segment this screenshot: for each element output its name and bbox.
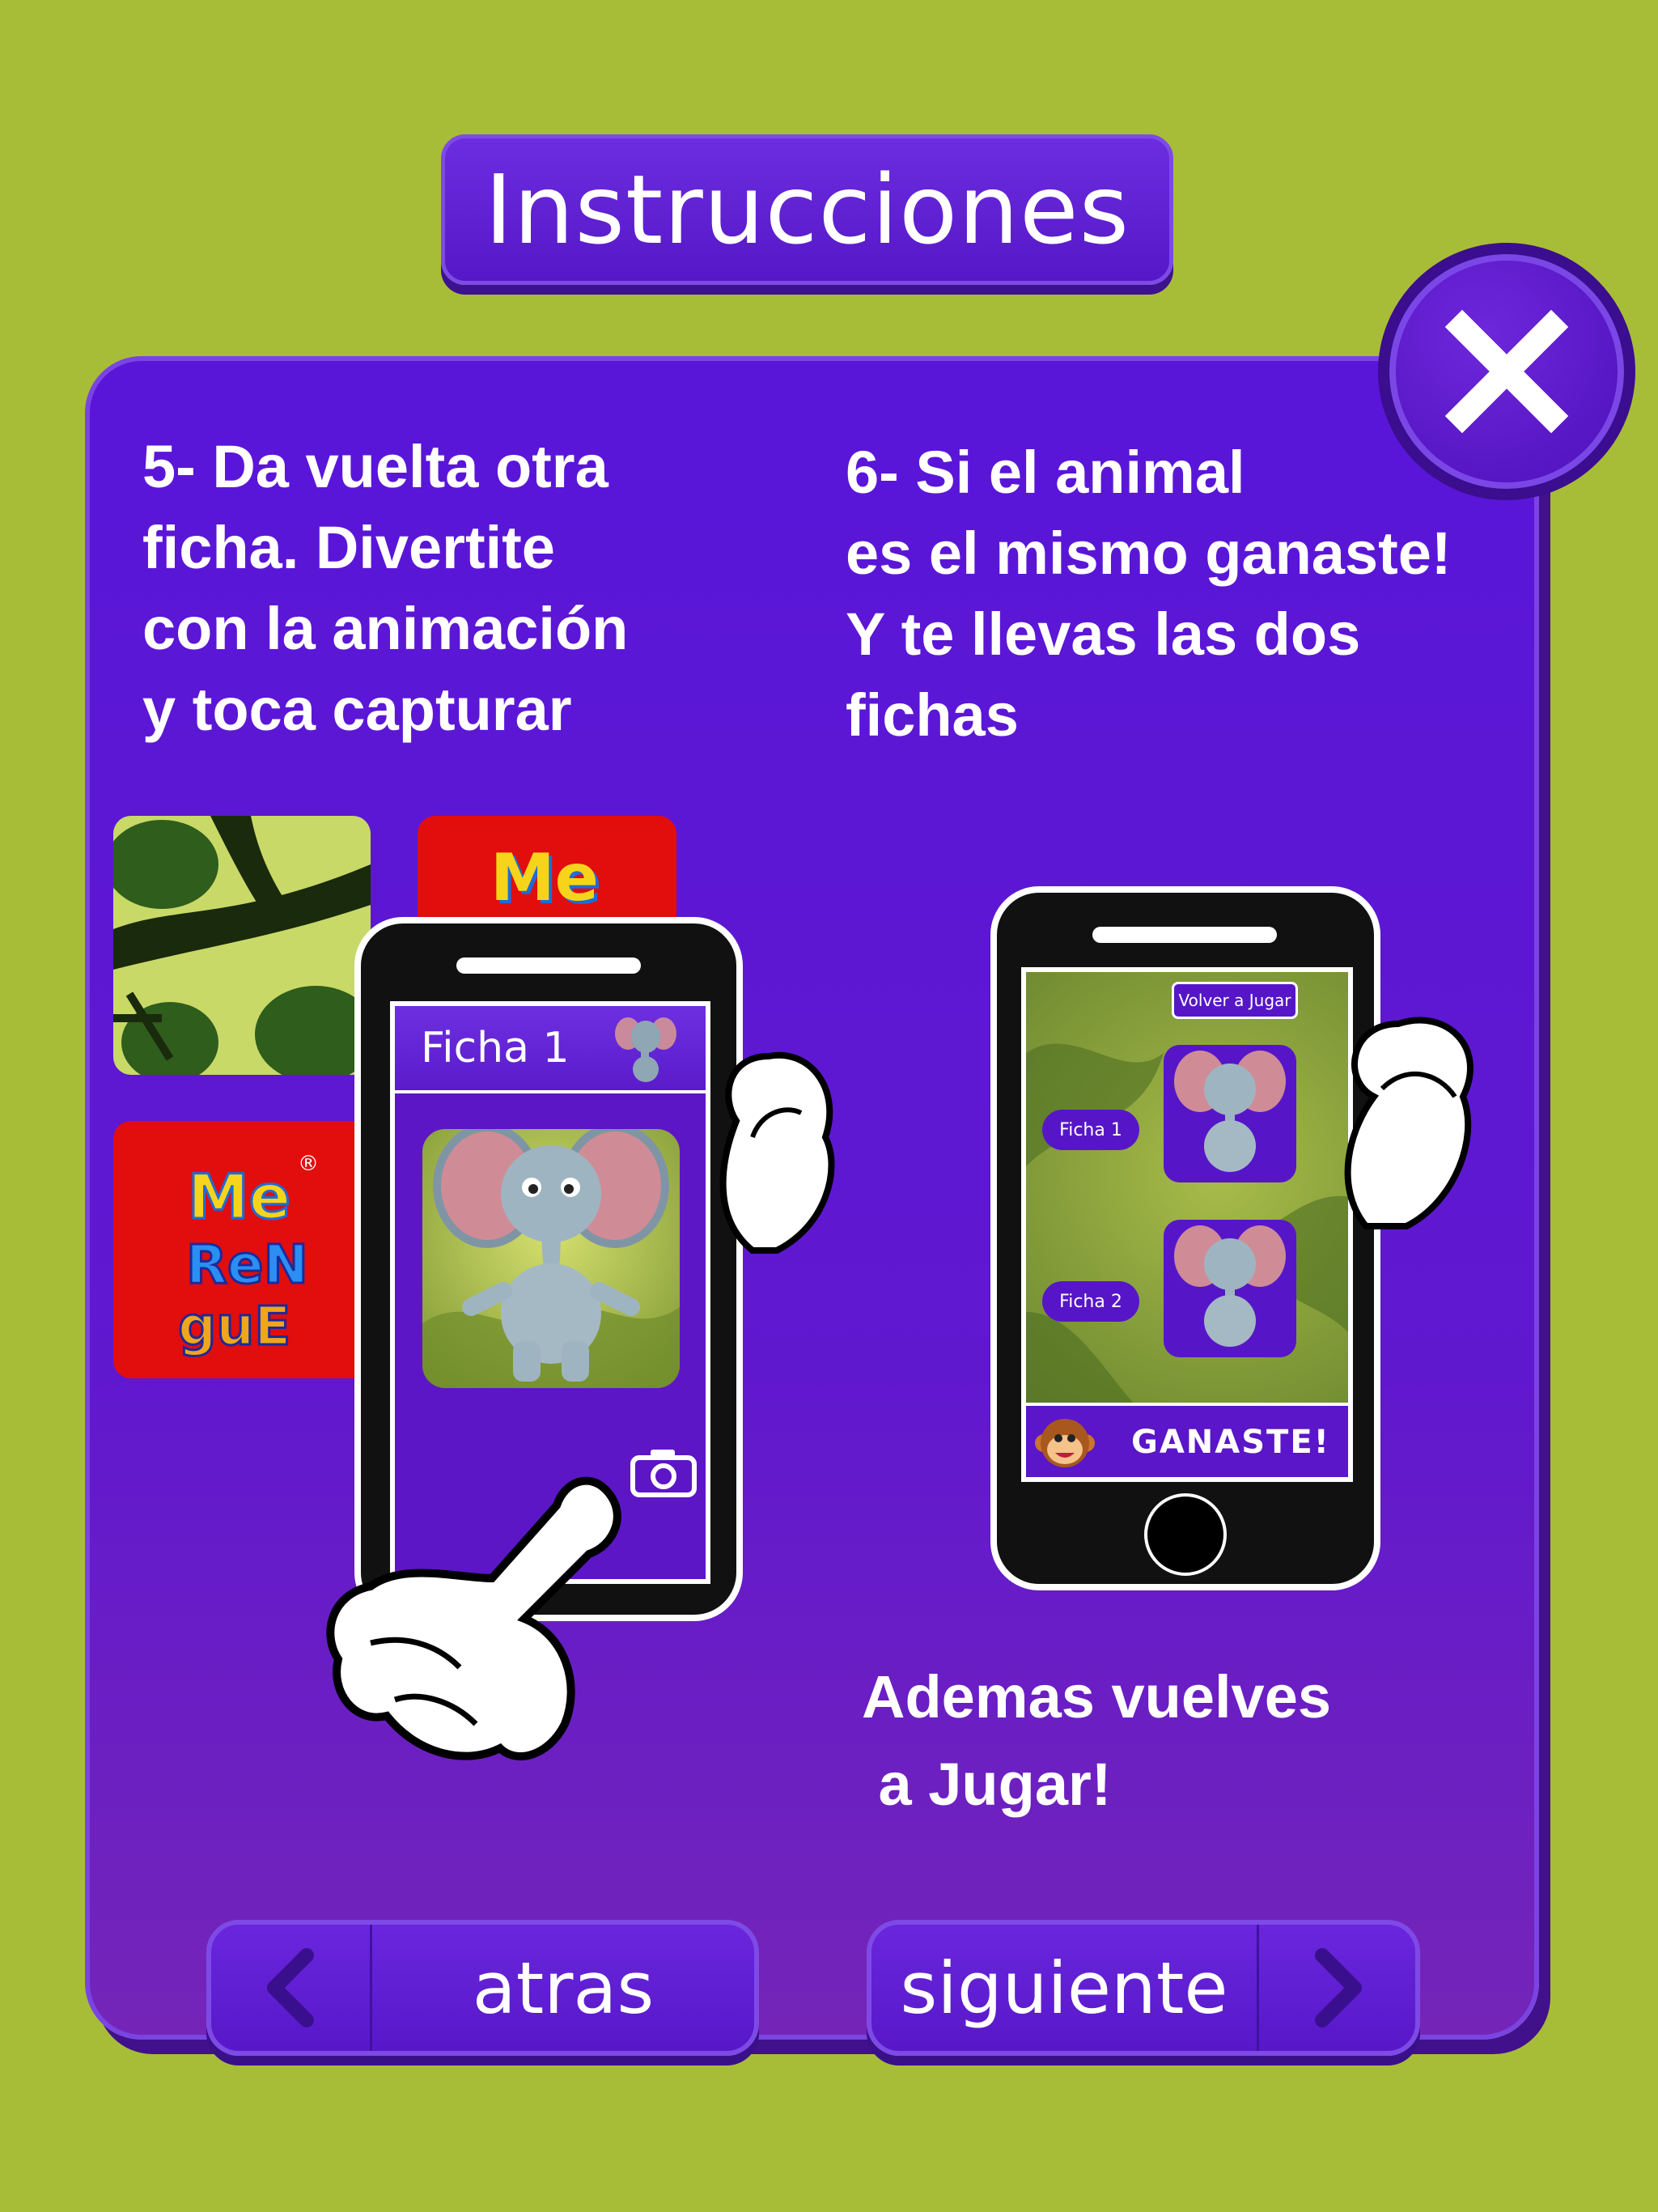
camera-icon[interactable]	[630, 1448, 698, 1498]
extra-line: Ademas vuelves	[862, 1663, 1332, 1730]
replay-button[interactable]: Volver a Jugar	[1172, 982, 1298, 1019]
slot-1-card	[1164, 1045, 1296, 1182]
chevron-left-icon	[267, 1948, 314, 2027]
back-button[interactable]: atras	[206, 1920, 759, 2056]
ficha-title: Ficha 1	[421, 1024, 570, 1072]
extra-line: a Jugar!	[862, 1751, 1112, 1818]
home-button	[1144, 1493, 1227, 1576]
step-6-line: 6- Si el animal	[846, 439, 1245, 506]
registered-mark: ®	[298, 1152, 319, 1176]
step-5-line: ficha. Divertite	[142, 514, 555, 581]
logo-card: Me ReN guE ®	[113, 1121, 372, 1378]
close-icon	[1444, 309, 1569, 434]
phone-win: Volver a Jugar Ficha 1 Ficha 2 GANASTE!	[990, 886, 1380, 1590]
phone-win-screen: Volver a Jugar Ficha 1 Ficha 2 GANASTE!	[1021, 967, 1353, 1482]
elephant-thumbnail-icon	[615, 1017, 676, 1082]
logo-text: MeRenguE	[490, 840, 604, 915]
win-banner: GANASTE!	[1026, 1403, 1348, 1477]
step-6-line: es el mismo ganaste!	[846, 520, 1452, 587]
svg-text:guE: guE	[178, 1295, 290, 1357]
glove-side-icon	[719, 1051, 835, 1254]
merengue-logo: Me ReN guE	[177, 1160, 310, 1359]
svg-text:ReN: ReN	[186, 1233, 308, 1296]
jungle-card	[113, 816, 371, 1075]
step-5-line: 5- Da vuelta otra	[142, 433, 608, 500]
monkey-icon	[1035, 1419, 1095, 1467]
pointing-hand-icon	[326, 1476, 621, 1760]
slot-2-label: Ficha 2	[1042, 1281, 1139, 1322]
extra-text: Ademas vuelves a Jugar!	[862, 1654, 1331, 1828]
back-label: atras	[472, 1946, 655, 2030]
step-5-text: 5- Da vuelta otra ficha. Divertite con l…	[142, 427, 628, 750]
next-label: siguiente	[900, 1946, 1228, 2030]
slot-1-label: Ficha 1	[1042, 1110, 1139, 1150]
chevron-right-icon	[1315, 1948, 1362, 2027]
step-6-line: fichas	[846, 681, 1019, 749]
svg-text:Me: Me	[188, 1161, 290, 1233]
step-6-line: Y te llevas las dos	[846, 601, 1361, 668]
page-title: Instrucciones	[441, 134, 1173, 285]
win-text: GANASTE!	[1131, 1424, 1330, 1461]
slot-2-card	[1164, 1220, 1296, 1357]
glove-flex-icon	[1344, 1017, 1474, 1229]
elephant-image	[422, 1129, 680, 1388]
step-5-line: y toca capturar	[142, 676, 572, 743]
step-5-line: con la animación	[142, 595, 629, 662]
ficha-header: Ficha 1	[395, 1006, 706, 1093]
step-6-text: 6- Si el animal es el mismo ganaste! Y t…	[846, 432, 1452, 756]
next-button[interactable]: siguiente	[867, 1920, 1420, 2056]
